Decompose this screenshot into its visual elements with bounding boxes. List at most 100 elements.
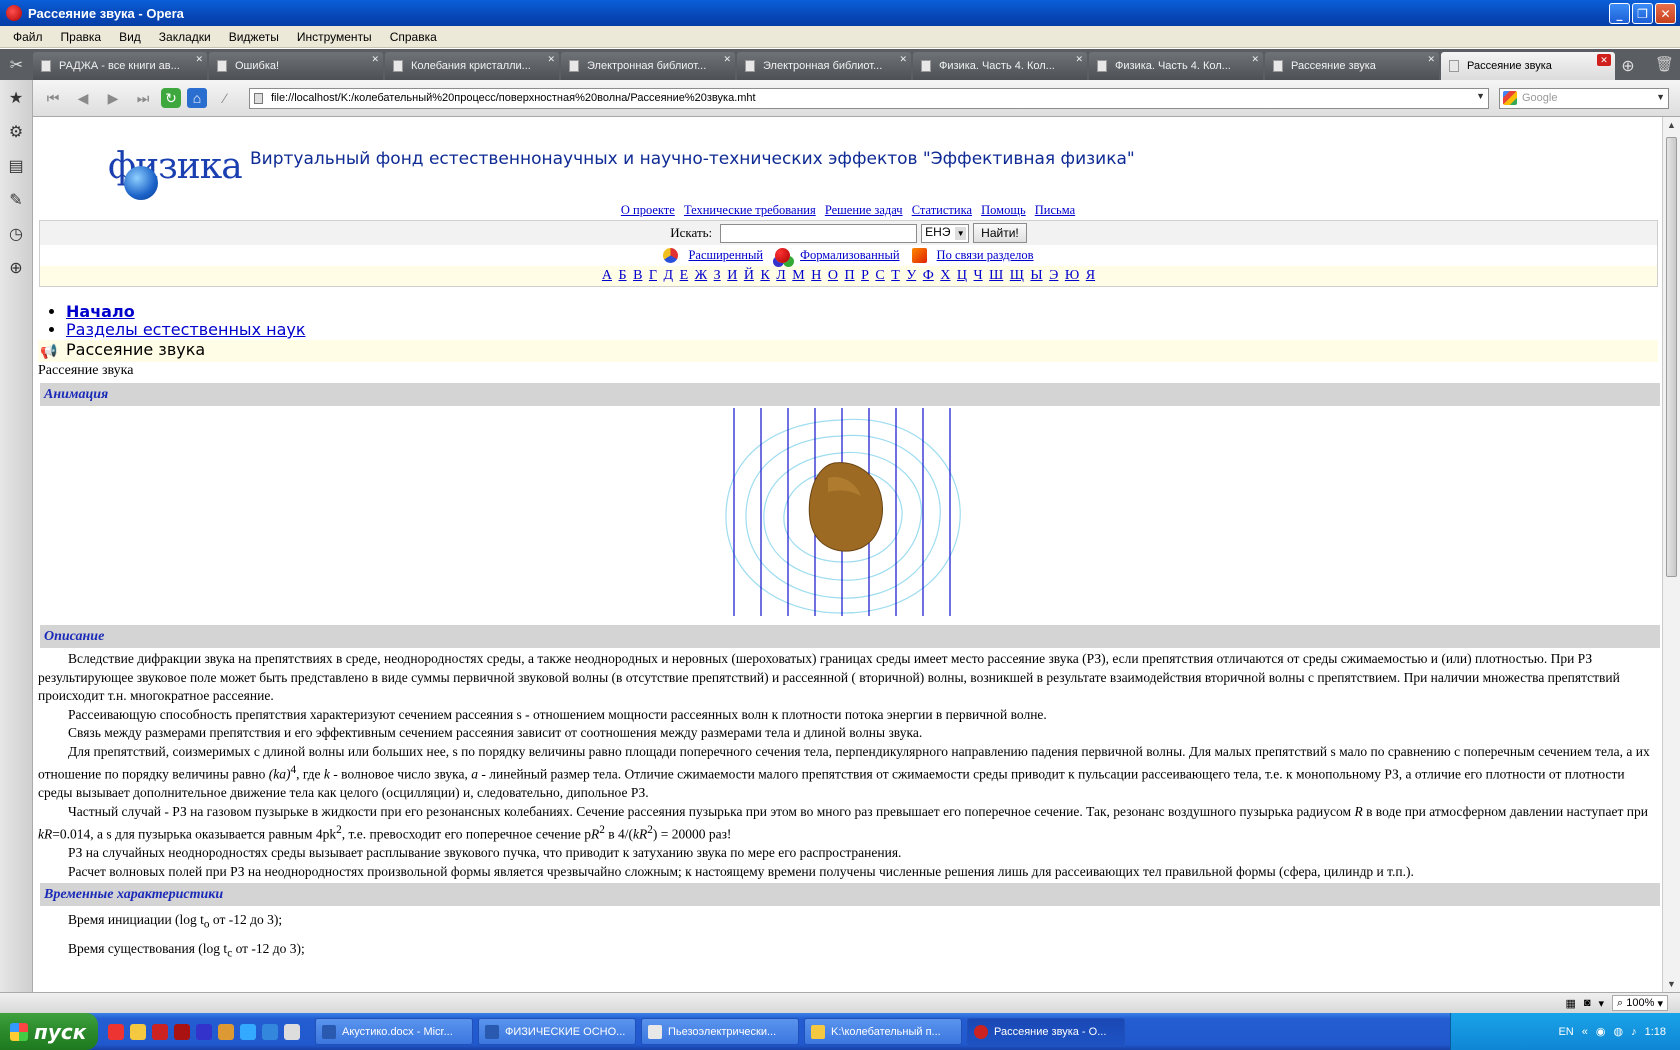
minimize-button[interactable]: _ [1609, 3, 1630, 24]
scroll-thumb[interactable] [1666, 137, 1677, 577]
network-icon[interactable]: ◉ [1596, 1025, 1606, 1038]
alpha-letter-link[interactable]: З [714, 268, 721, 284]
tab-close-icon[interactable]: ✕ [1427, 54, 1435, 65]
tab-2[interactable]: Ошибка! ✕ [209, 52, 383, 80]
alpha-letter-link[interactable]: Т [891, 268, 900, 284]
tools-icon[interactable]: ✂ [0, 49, 33, 80]
alpha-letter-link[interactable]: А [602, 268, 612, 284]
camera-icon[interactable]: ◙ [1584, 997, 1591, 1009]
search-scope-select[interactable]: ЕНЭ ▼ [921, 223, 970, 243]
desktop-icon[interactable] [284, 1023, 300, 1040]
new-tab-icon[interactable]: ⊕ [1617, 52, 1639, 80]
alpha-letter-link[interactable]: С [875, 268, 884, 284]
language-indicator[interactable]: EN [1558, 1026, 1573, 1038]
vertical-scrollbar[interactable]: ▲ ▼ [1662, 117, 1680, 992]
alpha-letter-link[interactable]: В [633, 268, 642, 284]
app-icon[interactable] [218, 1023, 234, 1040]
tab-5[interactable]: Электронная библиот... ✕ [737, 52, 911, 80]
tab-8[interactable]: Рассеяние звука ✕ [1265, 52, 1439, 80]
task-explorer[interactable]: K:\колебательный п... [804, 1018, 962, 1045]
home-icon[interactable]: ⌂ [187, 88, 207, 108]
link-letters[interactable]: Письма [1035, 203, 1075, 217]
find-button[interactable]: Найти! [973, 223, 1027, 243]
alpha-letter-link[interactable]: Б [619, 268, 627, 284]
tab-close-icon[interactable]: ✕ [1075, 54, 1083, 65]
task-word-2[interactable]: ФИЗИЧЕСКИЕ ОСНО... [478, 1018, 636, 1045]
wand-icon[interactable]: ⁄ [213, 86, 237, 110]
tab-close-icon[interactable]: ✕ [371, 54, 379, 65]
alpha-letter-link[interactable]: Я [1086, 268, 1095, 284]
task-opera[interactable]: Рассеяние звука - O... [967, 1018, 1125, 1045]
alpha-letter-link[interactable]: Ю [1065, 268, 1079, 284]
alpha-letter-link[interactable]: Н [811, 268, 821, 284]
alpha-letter-link[interactable]: Ы [1030, 268, 1042, 284]
volume-icon[interactable]: ♪ [1631, 1026, 1637, 1038]
link-help[interactable]: Помощь [981, 203, 1026, 217]
alpha-letter-link[interactable]: П [844, 268, 854, 284]
messages-icon[interactable]: ▤ [5, 154, 27, 178]
app-icon[interactable] [108, 1023, 124, 1040]
alpha-letter-link[interactable]: Й [744, 268, 754, 284]
link-requirements[interactable]: Технические требования [684, 203, 816, 217]
link-formal-search[interactable]: Формализованный [800, 248, 899, 263]
task-document[interactable]: Пьезоэлектрически... [641, 1018, 799, 1045]
link-tasks[interactable]: Решение задач [825, 203, 903, 217]
forward-icon[interactable]: ▶ [101, 86, 125, 110]
link-sections[interactable]: Разделы естественных наук [66, 320, 306, 339]
feeds-icon[interactable]: ✎ [5, 188, 27, 212]
menu-bookmarks[interactable]: Закладки [150, 30, 220, 44]
start-button[interactable]: пуск [0, 1013, 98, 1050]
alpha-letter-link[interactable]: И [727, 268, 737, 284]
alpha-letter-link[interactable]: Э [1049, 268, 1058, 284]
add-panel-icon[interactable]: ⊕ [5, 256, 27, 280]
alpha-letter-link[interactable]: Ц [957, 268, 967, 284]
chevron-down-icon[interactable]: ▾ [1657, 997, 1663, 1010]
tab-4[interactable]: Электронная библиот... ✕ [561, 52, 735, 80]
tab-close-icon[interactable]: ✕ [547, 54, 555, 65]
link-stats[interactable]: Статистика [912, 203, 972, 217]
alpha-letter-link[interactable]: К [760, 268, 769, 284]
save-icon[interactable] [196, 1023, 212, 1040]
search-input[interactable]: Google ▼ [1499, 87, 1669, 109]
alpha-letter-link[interactable]: Л [776, 268, 786, 284]
ie-icon[interactable] [262, 1023, 278, 1040]
alpha-letter-link[interactable]: Ч [974, 268, 983, 284]
history-clock-icon[interactable]: ◷ [5, 222, 27, 246]
fast-forward-icon[interactable]: ⏭ [131, 86, 155, 110]
chevron-down-icon[interactable]: ▼ [1656, 92, 1665, 102]
app-icon[interactable] [174, 1023, 190, 1040]
alpha-letter-link[interactable]: Ж [695, 268, 708, 284]
menu-tools[interactable]: Инструменты [288, 30, 381, 44]
tab-close-icon[interactable]: ✕ [723, 54, 731, 65]
alpha-letter-link[interactable]: М [792, 268, 804, 284]
maximize-button[interactable]: ❐ [1632, 3, 1653, 24]
alpha-letter-link[interactable]: Ф [923, 268, 934, 284]
menu-file[interactable]: Файл [4, 30, 52, 44]
task-word[interactable]: Акустико.docx - Micr... [315, 1018, 473, 1045]
site-search-input[interactable] [720, 223, 918, 243]
address-bar[interactable]: file://localhost/K:/колебательный%20проц… [249, 87, 1489, 109]
tab-3[interactable]: Колебания кристалли... ✕ [385, 52, 559, 80]
back-icon[interactable]: ◀ [71, 86, 95, 110]
app-icon[interactable] [240, 1023, 256, 1040]
tab-7[interactable]: Физика. Часть 4. Кол... ✕ [1089, 52, 1263, 80]
widgets-gear-icon[interactable]: ⚙ [5, 120, 27, 144]
zoom-control[interactable]: ⌕ 100% ▾ [1612, 995, 1668, 1011]
tab-9-active[interactable]: Рассеяние звука ✕ [1441, 52, 1615, 80]
antivirus-icon[interactable]: ◍ [1613, 1025, 1623, 1038]
bookmarks-star-icon[interactable]: ★ [5, 86, 27, 110]
chevron-down-icon[interactable]: ▼ [955, 226, 967, 240]
tab-close-icon[interactable]: ✕ [1251, 54, 1259, 65]
link-about[interactable]: О проекте [621, 203, 675, 217]
tab-close-icon[interactable]: ✕ [1597, 54, 1611, 66]
close-button[interactable]: ✕ [1655, 3, 1676, 24]
link-section-search[interactable]: По связи разделов [937, 248, 1034, 263]
tab-6[interactable]: Физика. Часть 4. Кол... ✕ [913, 52, 1087, 80]
trash-icon[interactable]: 🗑 [1655, 55, 1674, 73]
tab-close-icon[interactable]: ✕ [195, 54, 203, 65]
alpha-letter-link[interactable]: Щ [1010, 268, 1024, 284]
folder-icon[interactable] [130, 1023, 146, 1040]
menu-view[interactable]: Вид [110, 30, 150, 44]
alpha-letter-link[interactable]: Ш [989, 268, 1003, 284]
link-extended-search[interactable]: Расширенный [688, 248, 763, 263]
